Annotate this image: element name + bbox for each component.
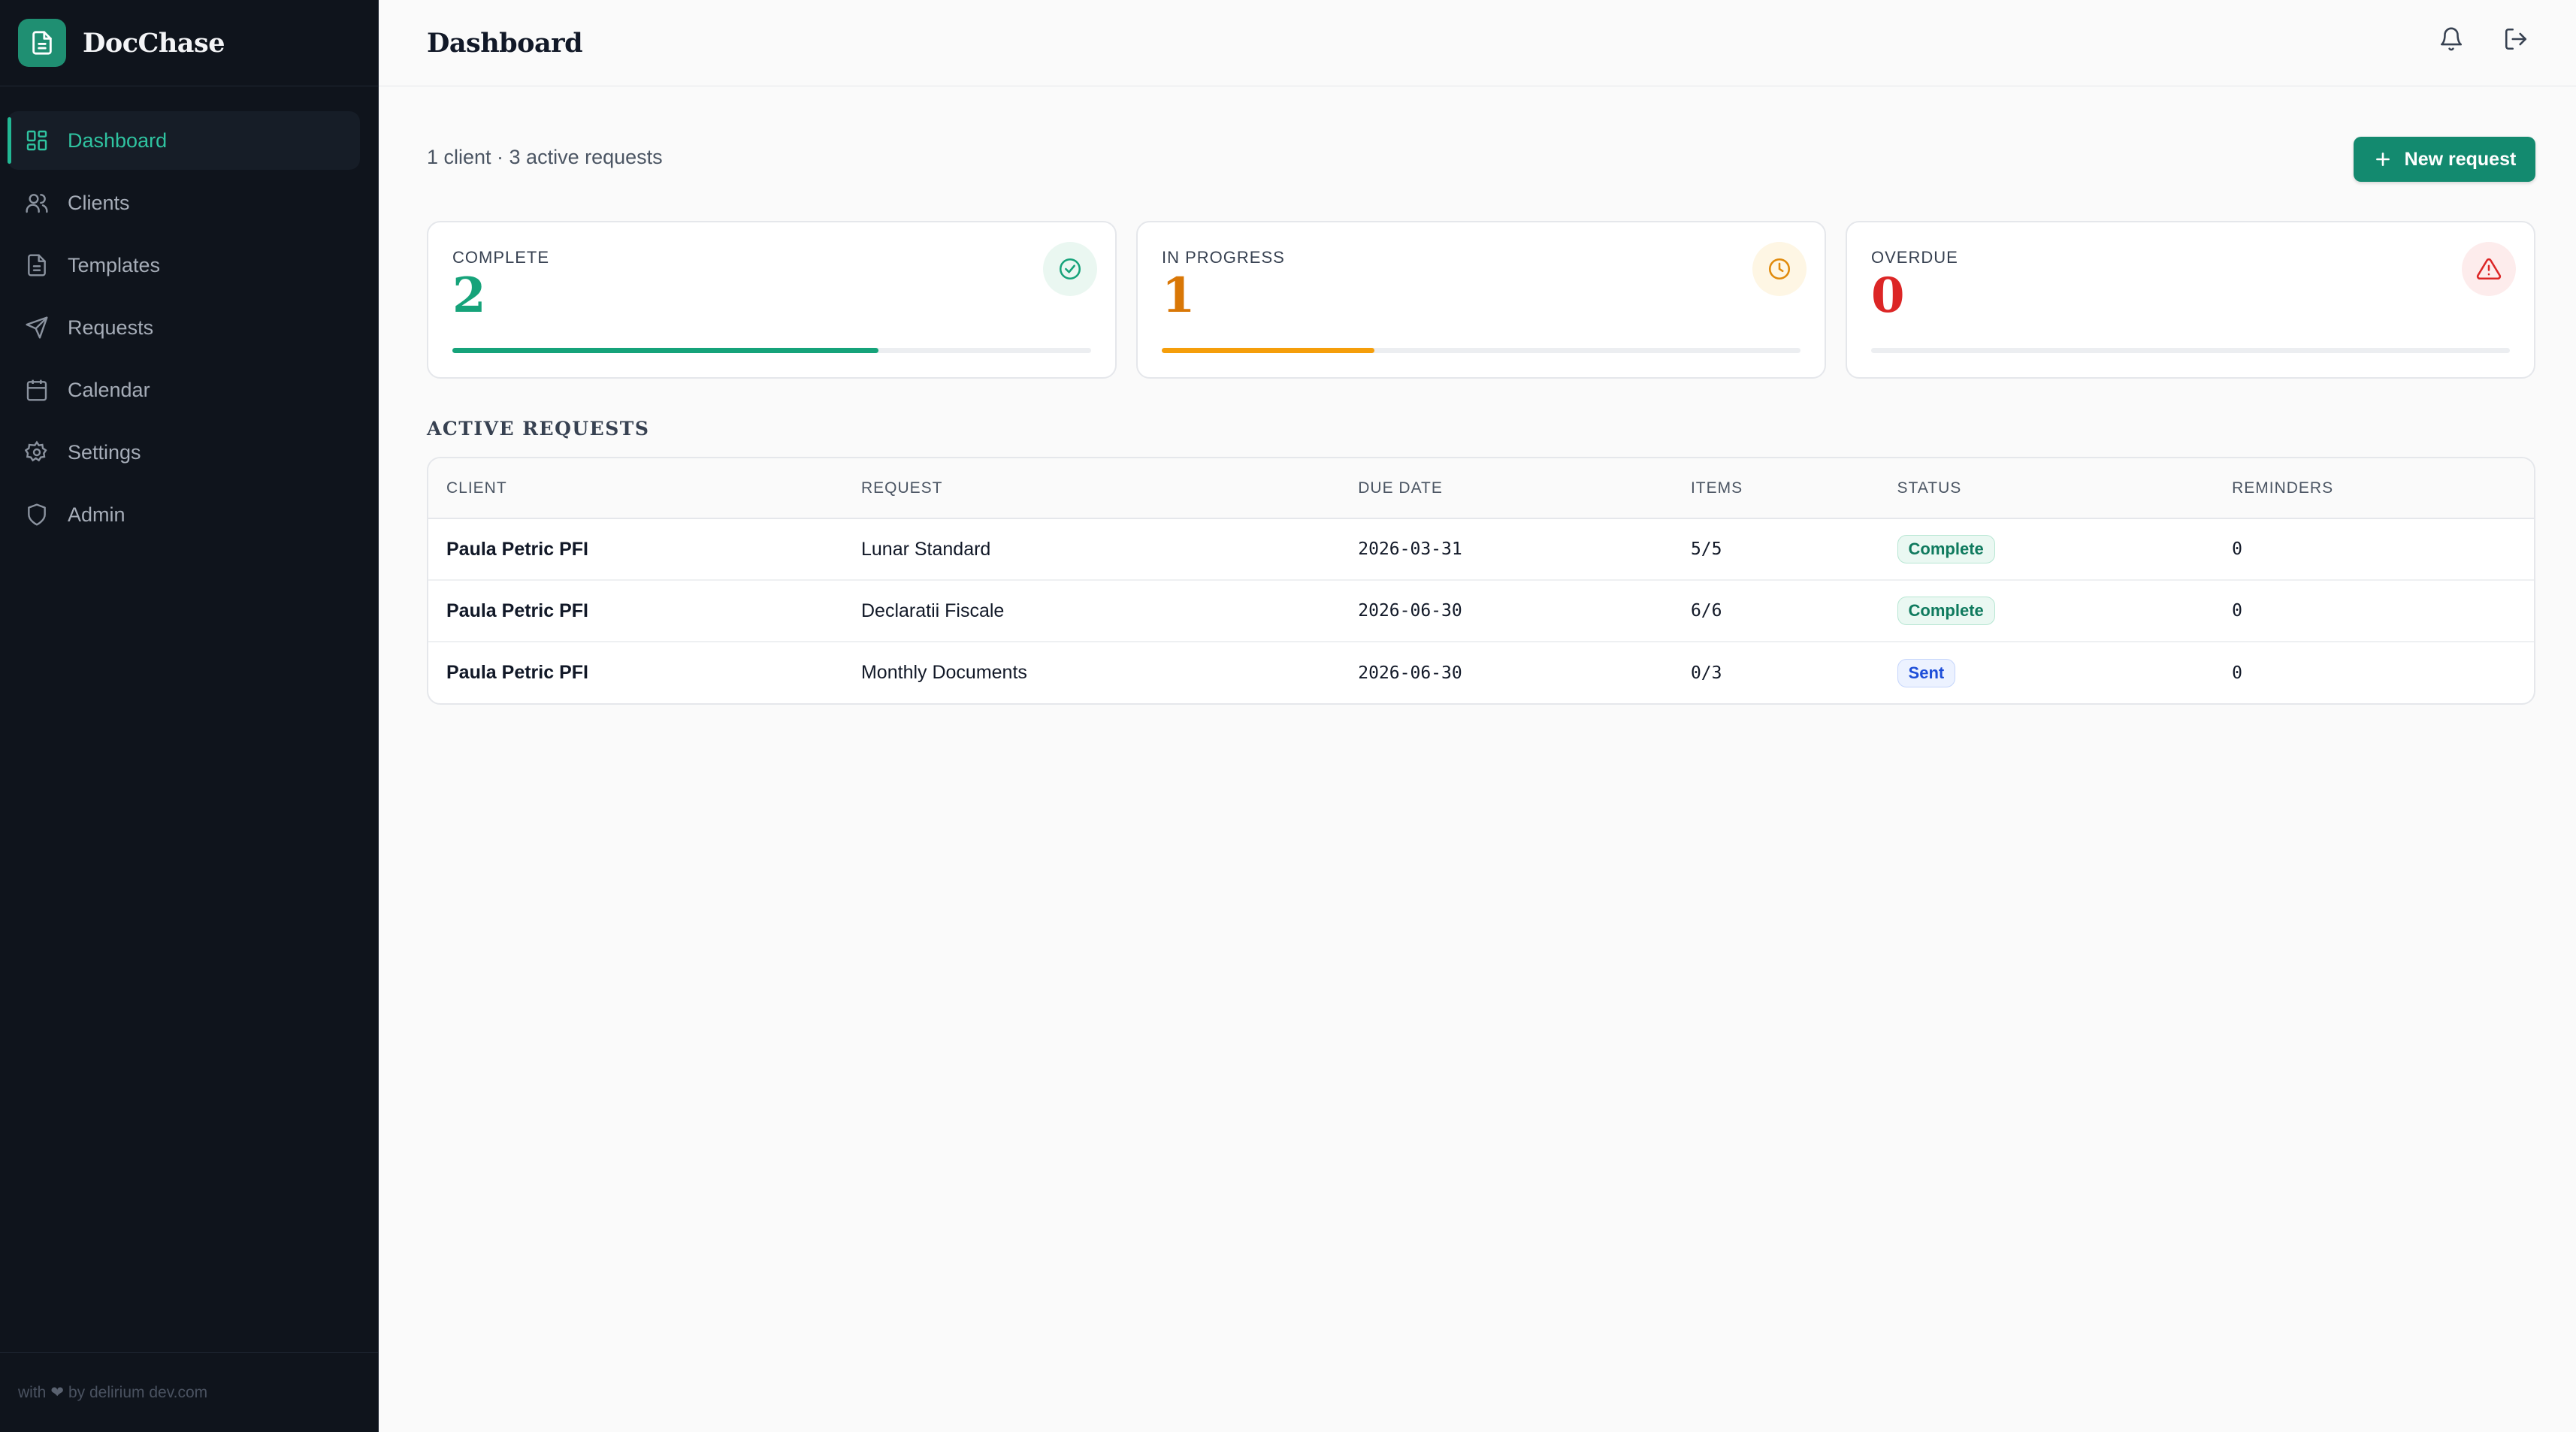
summary-row: 1 client · 3 active requests New request — [427, 87, 2535, 221]
stat-card-overdue: OVERDUE 0 — [1846, 221, 2535, 379]
stat-value: 1 — [1162, 267, 1196, 324]
users-icon — [24, 190, 50, 216]
dashboard-icon — [24, 128, 50, 153]
footer-credit-link[interactable]: by delirium dev.com — [68, 1384, 207, 1402]
stat-value: 0 — [1871, 267, 1905, 324]
cell-reminders: 0 — [2214, 518, 2534, 581]
logout-icon[interactable] — [2501, 24, 2531, 54]
new-request-label: New request — [2404, 148, 2517, 170]
cell-client: Paula Petric PFI — [428, 518, 843, 581]
cell-status: Sent — [1879, 642, 2215, 703]
cell-reminders: 0 — [2232, 663, 2242, 683]
sidebar-item-label: Settings — [68, 440, 141, 464]
stat-cards: COMPLETE 2 IN PROGRESS 1 OVERDUE 0 — [427, 221, 2535, 379]
cell-client: Paula Petric PFI — [446, 662, 588, 683]
cell-items: 0/3 — [1690, 663, 1722, 683]
section-title: ACTIVE REQUESTS — [427, 418, 650, 440]
file-icon — [24, 252, 50, 278]
gear-icon — [24, 440, 50, 465]
status-badge: Complete — [1897, 535, 1995, 563]
column-header-client[interactable]: CLIENT — [428, 458, 843, 519]
sidebar: DocChase Dashboard Clients Templates Req… — [0, 0, 379, 1432]
sidebar-footer: with ❤ by delirium dev.com — [0, 1352, 378, 1432]
sidebar-item-dashboard[interactable]: Dashboard — [8, 111, 360, 170]
cell-due-date: 2026-06-30 — [1340, 580, 1673, 642]
progress-fill — [1162, 348, 1375, 353]
column-header-status[interactable]: STATUS — [1879, 458, 2215, 519]
cell-due-date: 2026-06-30 — [1358, 663, 1462, 683]
top-header: Dashboard — [379, 0, 2576, 86]
bell-icon[interactable] — [2436, 24, 2466, 54]
table-row[interactable]: Paula Petric PFI Monthly Documents 2026-… — [428, 642, 2534, 703]
stat-card-in-progress: IN PROGRESS 1 — [1136, 221, 1826, 379]
cell-request: Lunar Standard — [842, 518, 1341, 581]
cell-items: 5/5 — [1672, 518, 1879, 581]
check-circle-icon — [1043, 242, 1097, 296]
plus-icon — [2373, 150, 2393, 169]
heart-icon: ❤ — [50, 1384, 64, 1401]
sidebar-item-label: Templates — [68, 253, 161, 276]
alert-triangle-icon — [2462, 242, 2516, 296]
header-actions — [2436, 24, 2531, 54]
calendar-icon — [24, 377, 50, 403]
progress-track — [1871, 348, 2510, 353]
column-header-request[interactable]: REQUEST — [842, 458, 1341, 519]
cell-items: 6/6 — [1672, 580, 1879, 642]
column-header-due-date[interactable]: DUE DATE — [1340, 458, 1673, 519]
column-header-items[interactable]: ITEMS — [1672, 458, 1879, 519]
sidebar-item-templates[interactable]: Templates — [8, 236, 360, 295]
summary-text: 1 client · 3 active requests — [427, 146, 663, 168]
progress-track — [452, 348, 1091, 353]
main-content: 1 client · 3 active requests New request… — [379, 87, 2576, 1432]
stat-label: COMPLETE — [452, 248, 550, 267]
cell-request: Monthly Documents — [860, 662, 1027, 683]
sidebar-item-label: Requests — [68, 316, 154, 339]
send-icon — [24, 315, 50, 340]
column-header-reminders[interactable]: REMINDERS — [2214, 458, 2534, 519]
cell-status: Complete — [1879, 518, 2215, 581]
sidebar-item-label: Calendar — [68, 378, 150, 401]
stat-label: OVERDUE — [1871, 248, 1958, 267]
document-icon — [18, 19, 66, 67]
brand[interactable]: DocChase — [0, 0, 378, 86]
status-badge: Complete — [1897, 597, 1995, 625]
sidebar-item-label: Admin — [68, 503, 125, 526]
cell-status: Complete — [1879, 580, 2215, 642]
cell-client: Paula Petric PFI — [428, 580, 843, 642]
progress-track — [1162, 348, 1800, 353]
sidebar-item-clients[interactable]: Clients — [8, 174, 360, 232]
active-requests-table: CLIENT REQUEST DUE DATE ITEMS STATUS REM… — [427, 457, 2535, 705]
table-row[interactable]: Paula Petric PFI Declaratii Fiscale 2026… — [428, 580, 2534, 642]
shield-icon — [24, 502, 50, 527]
stat-value: 2 — [452, 267, 486, 324]
stat-label: IN PROGRESS — [1162, 248, 1285, 267]
sidebar-item-calendar[interactable]: Calendar — [8, 361, 360, 419]
cell-reminders: 0 — [2214, 580, 2534, 642]
footer-prefix: with — [18, 1383, 47, 1401]
sidebar-item-label: Clients — [68, 191, 130, 214]
sidebar-item-label: Dashboard — [68, 128, 168, 152]
app-name: DocChase — [83, 27, 225, 59]
table-header-row: CLIENT REQUEST DUE DATE ITEMS STATUS REM… — [428, 458, 2534, 519]
new-request-button[interactable]: New request — [2354, 137, 2535, 182]
page-title: Dashboard — [427, 27, 583, 59]
progress-fill — [452, 348, 878, 353]
sidebar-item-admin[interactable]: Admin — [8, 485, 360, 544]
status-badge: Sent — [1897, 658, 1956, 687]
table-row[interactable]: Paula Petric PFI Lunar Standard 2026-03-… — [428, 518, 2534, 581]
sidebar-nav: Dashboard Clients Templates Requests Cal… — [0, 86, 378, 544]
stat-card-complete: COMPLETE 2 — [427, 221, 1117, 379]
sidebar-item-requests[interactable]: Requests — [8, 298, 360, 357]
cell-request: Declaratii Fiscale — [842, 580, 1341, 642]
clock-icon — [1752, 242, 1807, 296]
sidebar-item-settings[interactable]: Settings — [8, 423, 360, 482]
cell-due-date: 2026-03-31 — [1340, 518, 1673, 581]
